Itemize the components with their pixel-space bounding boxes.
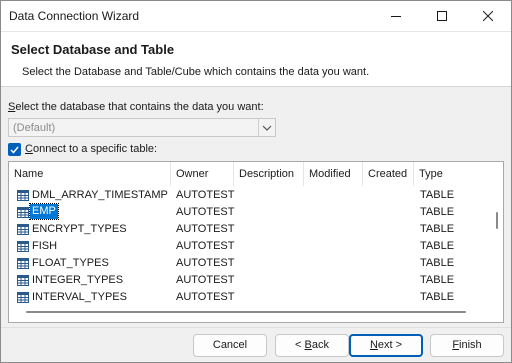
dropdown-arrow[interactable]: [258, 119, 275, 136]
maximize-icon: [437, 11, 447, 21]
row-type: TABLE: [420, 274, 455, 286]
cancel-label: Cancel: [212, 339, 248, 351]
table-row[interactable]: INTERVAL_TYPES AUTOTEST TABLE: [9, 289, 489, 306]
table-list[interactable]: Name Owner Description Modified Created …: [8, 161, 504, 323]
row-owner: AUTOTEST: [176, 240, 235, 252]
checkmark-icon: [10, 146, 19, 154]
table-grid-icon: [17, 190, 29, 201]
column-header-created[interactable]: Created: [363, 162, 414, 186]
close-icon: [483, 11, 493, 21]
row-type: TABLE: [420, 257, 455, 269]
table-row[interactable]: FLOAT_TYPES AUTOTEST TABLE: [9, 255, 489, 272]
vertical-scroll-thumb[interactable]: [496, 212, 498, 229]
data-connection-wizard-window: Data Connection Wizard Select Database a…: [0, 0, 512, 363]
database-label: Select the database that contains the da…: [8, 101, 264, 113]
specific-table-label: Connect to a specific table:: [25, 143, 158, 155]
column-header-name[interactable]: Name: [9, 162, 171, 186]
column-header-type[interactable]: Type: [414, 162, 489, 186]
cancel-button[interactable]: Cancel: [193, 334, 267, 357]
back-button[interactable]: < Back: [275, 334, 349, 357]
row-owner: AUTOTEST: [176, 291, 235, 303]
minimize-icon: [391, 16, 401, 17]
row-owner: AUTOTEST: [176, 189, 235, 201]
table-row[interactable]: FISH AUTOTEST TABLE: [9, 238, 489, 255]
row-name: FISH: [32, 240, 58, 252]
column-header-description[interactable]: Description: [234, 162, 304, 186]
page-subtitle: Select the Database and Table/Cube which…: [22, 66, 370, 78]
row-type: TABLE: [420, 189, 455, 201]
row-name-selected: EMP: [29, 203, 59, 220]
maximize-button[interactable]: [419, 1, 465, 31]
row-owner: AUTOTEST: [176, 206, 235, 218]
row-owner: AUTOTEST: [176, 274, 235, 286]
back-label: < Back: [295, 339, 329, 351]
chevron-down-icon: [262, 125, 272, 131]
close-button[interactable]: [465, 1, 511, 31]
row-name: ENCRYPT_TYPES: [32, 223, 127, 235]
row-type: TABLE: [420, 223, 455, 235]
specific-table-checkbox[interactable]: [8, 143, 21, 156]
row-type: TABLE: [420, 206, 455, 218]
next-button[interactable]: Next >: [349, 334, 423, 357]
table-grid-icon: [17, 275, 29, 286]
table-row-selected[interactable]: EMP AUTOTEST TABLE: [9, 203, 489, 221]
row-name: INTERVAL_TYPES: [32, 291, 127, 303]
table-row[interactable]: DML_ARRAY_TIMESTAMP AUTOTEST TABLE: [9, 187, 489, 204]
minimize-button[interactable]: [373, 1, 419, 31]
row-name: FLOAT_TYPES: [32, 257, 109, 269]
row-type: TABLE: [420, 240, 455, 252]
database-value: (Default): [13, 122, 56, 134]
next-label: Next >: [369, 339, 403, 351]
finish-label: Finish: [452, 339, 482, 351]
finish-button[interactable]: Finish: [430, 334, 504, 357]
title-bar: Data Connection Wizard: [1, 1, 511, 32]
horizontal-scroll-thumb[interactable]: [26, 311, 466, 313]
column-header-owner[interactable]: Owner: [171, 162, 234, 186]
database-select[interactable]: (Default): [8, 118, 276, 137]
table-grid-icon: [17, 258, 29, 269]
row-owner: AUTOTEST: [176, 257, 235, 269]
button-bar: Cancel < Back Next > Finish: [1, 327, 511, 362]
table-grid-icon: [17, 207, 29, 218]
wizard-header: Select Database and Table Select the Dat…: [1, 32, 511, 87]
table-grid-icon: [17, 292, 29, 303]
table-row[interactable]: ENCRYPT_TYPES AUTOTEST TABLE: [9, 221, 489, 238]
row-owner: AUTOTEST: [176, 223, 235, 235]
row-type: TABLE: [420, 291, 455, 303]
table-grid-icon: [17, 224, 29, 235]
row-name: DML_ARRAY_TIMESTAMP: [32, 189, 168, 201]
page-title: Select Database and Table: [11, 42, 175, 57]
table-row[interactable]: INTEGER_TYPES AUTOTEST TABLE: [9, 272, 489, 289]
table-grid-icon: [17, 241, 29, 252]
vertical-scrollbar[interactable]: [494, 162, 503, 322]
window-title: Data Connection Wizard: [9, 9, 140, 23]
column-header-modified[interactable]: Modified: [304, 162, 363, 186]
row-name: INTEGER_TYPES: [32, 274, 124, 286]
